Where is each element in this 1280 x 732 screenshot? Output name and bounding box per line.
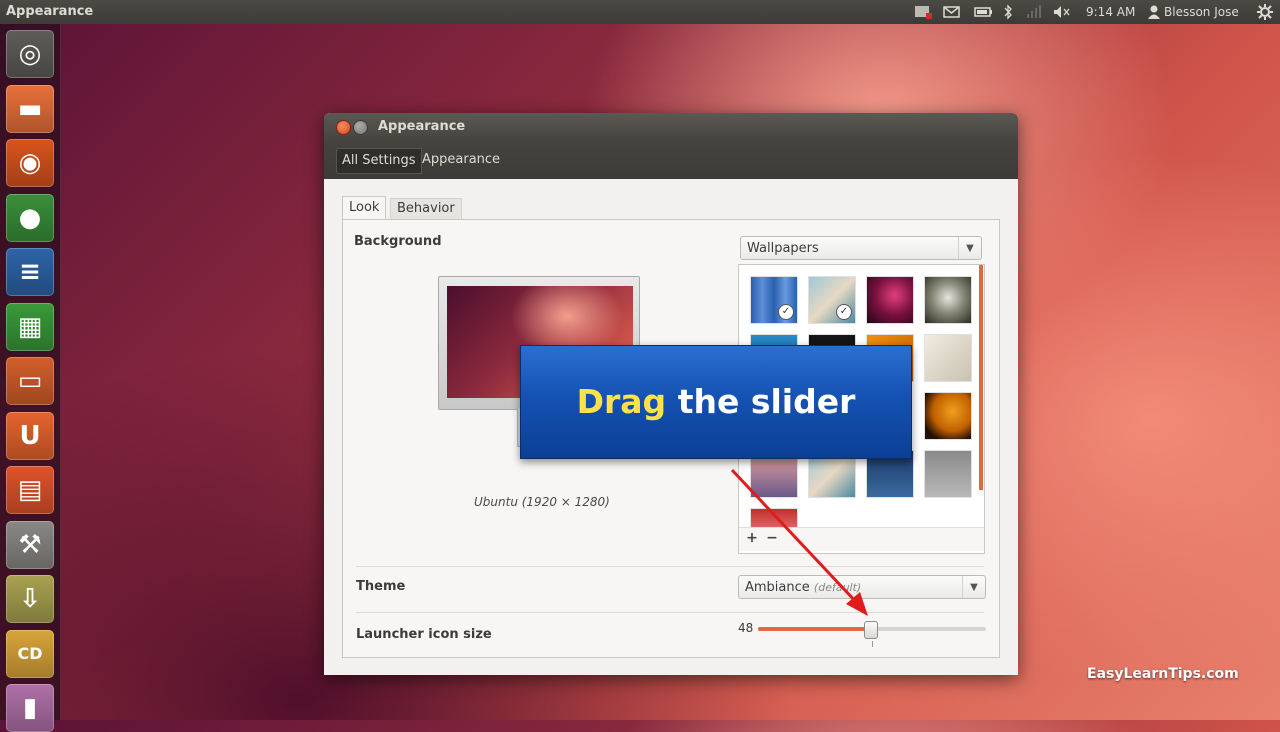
pointer-arrow-icon [730, 468, 868, 616]
watermark: EasyLearnTips.com [1087, 666, 1239, 682]
